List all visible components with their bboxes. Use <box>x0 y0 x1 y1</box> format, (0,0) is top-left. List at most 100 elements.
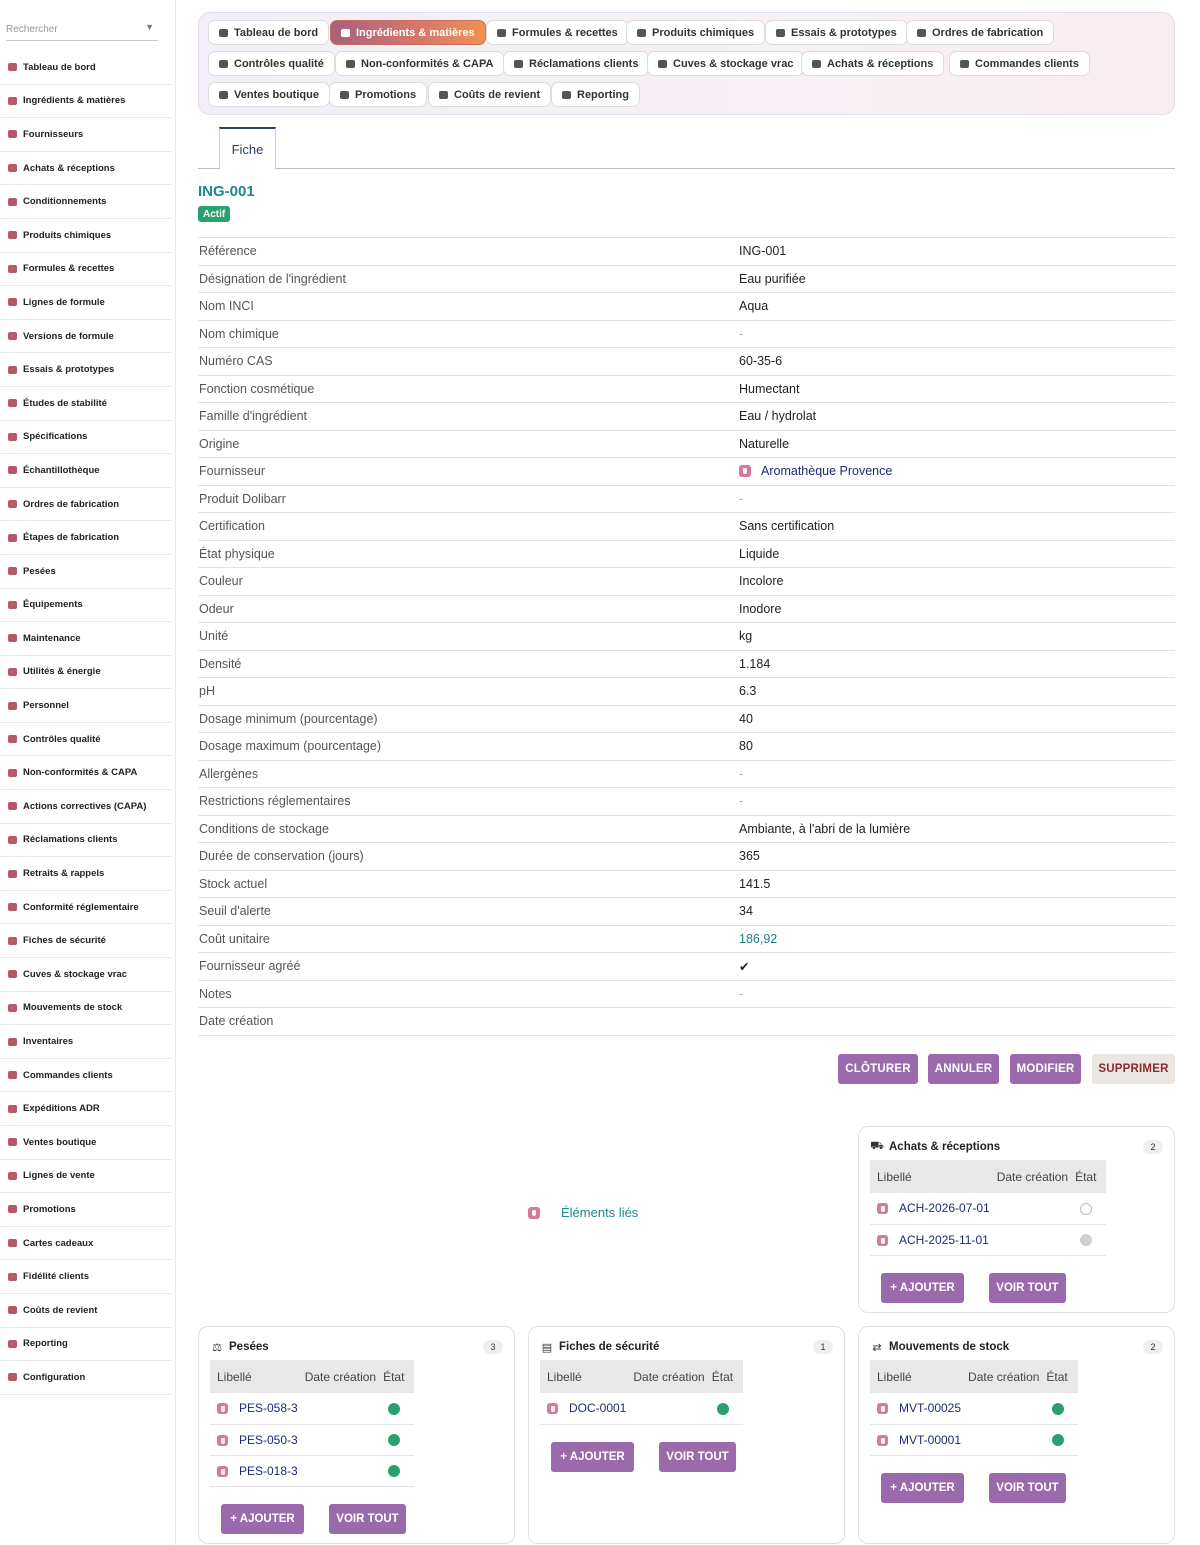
sidebar-item-echantillotheque[interactable]: Échantillothèque <box>0 454 172 488</box>
sidebar-item-equipements[interactable]: Équipements <box>0 589 172 623</box>
row-link[interactable]: DOC-0001 <box>569 1401 626 1415</box>
sidebar-item-non-conformites[interactable]: Non-conformités & CAPA <box>0 756 172 791</box>
nav-couts-revient[interactable]: Coûts de revient <box>428 82 552 107</box>
add-button[interactable]: + AJOUTER <box>551 1442 634 1472</box>
sidebar-item-configuration[interactable]: Configuration <box>0 1361 172 1395</box>
sidebar-item-actions-correctives[interactable]: Actions correctives (CAPA) <box>0 790 172 824</box>
table-row[interactable]: PES-050-3 <box>210 1424 415 1456</box>
nav-controles-qualite[interactable]: Contrôles qualité <box>208 51 335 76</box>
search-input[interactable] <box>6 19 142 40</box>
row-label[interactable]: MVT-00001 <box>870 1424 962 1456</box>
sidebar-item-lignes-vente[interactable]: Lignes de vente <box>0 1160 172 1194</box>
view-all-button[interactable]: VOIR TOUT <box>989 1273 1066 1303</box>
nav-achats[interactable]: Achats & réceptions <box>801 51 945 76</box>
sidebar-item-fiches-securite[interactable]: Fiches de sécurité <box>0 924 172 959</box>
chevron-down-icon[interactable]: ▼ <box>145 22 154 32</box>
add-button[interactable]: + AJOUTER <box>881 1273 964 1303</box>
sidebar-item-produits-chimiques[interactable]: Produits chimiques <box>0 219 172 253</box>
nav-ingredients[interactable]: Ingrédients & matières <box>330 20 486 45</box>
row-link[interactable]: PES-050-3 <box>239 1433 298 1447</box>
sidebar-item-ordres-fabrication[interactable]: Ordres de fabrication <box>0 488 172 522</box>
sidebar-item-tableau-de-bord[interactable]: Tableau de bord <box>0 51 172 85</box>
sidebar-item-mouvements[interactable]: Mouvements de stock <box>0 992 172 1026</box>
nav-non-conformites[interactable]: Non-conformités & CAPA <box>335 51 505 76</box>
row-label[interactable]: ACH-2025-11-01 <box>870 1224 990 1256</box>
row-label[interactable]: PES-018-3 <box>210 1455 298 1487</box>
nav-cuves[interactable]: Cuves & stockage vrac <box>647 51 805 76</box>
supplier-name[interactable]: Aromathèque Provence <box>761 464 892 478</box>
table-row[interactable]: ACH-2025-11-01 <box>870 1224 1107 1256</box>
sidebar-item-versions-formule[interactable]: Versions de formule <box>0 320 172 354</box>
sidebar-item-inventaires[interactable]: Inventaires <box>0 1025 172 1059</box>
nav-ventes-boutique[interactable]: Ventes boutique <box>208 82 330 107</box>
sidebar-item-utilites[interactable]: Utilités & énergie <box>0 656 172 690</box>
cancel-button[interactable]: Annuler <box>928 1054 999 1084</box>
row-link[interactable]: ACH-2025-11-01 <box>899 1233 989 1247</box>
table-row[interactable]: PES-058-3 <box>210 1393 415 1425</box>
row-label[interactable]: MVT-00025 <box>870 1393 962 1425</box>
view-all-button[interactable]: VOIR TOUT <box>329 1504 406 1534</box>
row-label[interactable]: DOC-0001 <box>540 1393 627 1425</box>
sidebar-item-cuves[interactable]: Cuves & stockage vrac <box>0 958 172 992</box>
module-icon <box>877 1403 888 1415</box>
sidebar-item-etudes-stabilite[interactable]: Études de stabilité <box>0 387 172 421</box>
row-link[interactable]: PES-058-3 <box>239 1401 298 1415</box>
table-row[interactable]: DOC-0001 <box>540 1393 744 1425</box>
sidebar-item-expeditions[interactable]: Expéditions ADR <box>0 1092 172 1126</box>
view-all-button[interactable]: VOIR TOUT <box>659 1442 736 1472</box>
sidebar-item-fidelite[interactable]: Fidélité clients <box>0 1260 172 1294</box>
close-button[interactable]: Clôturer <box>838 1054 918 1084</box>
table-row[interactable]: ACH-2026-07-01 <box>870 1193 1107 1225</box>
nav-tableau-de-bord[interactable]: Tableau de bord <box>208 20 330 45</box>
nav-commandes-clients[interactable]: Commandes clients <box>949 51 1090 76</box>
row-label[interactable]: ACH-2026-07-01 <box>870 1193 990 1225</box>
sidebar-item-couts-revient[interactable]: Coûts de revient <box>0 1294 172 1328</box>
sidebar-item-personnel[interactable]: Personnel <box>0 689 172 723</box>
sidebar-item-lignes-formule[interactable]: Lignes de formule <box>0 286 172 320</box>
sidebar-item-ingredients[interactable]: Ingrédients & matières <box>0 85 172 119</box>
nav-label: Essais & prototypes <box>791 26 897 39</box>
sidebar-item-promotions[interactable]: Promotions <box>0 1193 172 1227</box>
nav-essais[interactable]: Essais & prototypes <box>765 20 908 45</box>
row-label[interactable]: PES-050-3 <box>210 1424 298 1456</box>
nav-formules[interactable]: Formules & recettes <box>486 20 629 45</box>
sidebar-item-maintenance[interactable]: Maintenance <box>0 622 172 656</box>
table-row[interactable]: MVT-00001 <box>870 1424 1078 1456</box>
sidebar-item-retraits[interactable]: Retraits & rappels <box>0 857 172 891</box>
sidebar-item-specifications[interactable]: Spécifications <box>0 421 172 455</box>
tab-fiche[interactable]: Fiche <box>219 127 276 169</box>
sidebar-item-reporting[interactable]: Reporting <box>0 1328 172 1362</box>
add-button[interactable]: + AJOUTER <box>221 1504 304 1534</box>
sidebar-item-etapes-fabrication[interactable]: Étapes de fabrication <box>0 521 172 555</box>
sidebar-item-essais[interactable]: Essais & prototypes <box>0 353 172 387</box>
sidebar-item-conditionnements[interactable]: Conditionnements <box>0 185 172 219</box>
nav-reclamations[interactable]: Réclamations clients <box>503 51 650 76</box>
sidebar-item-cartes-cadeaux[interactable]: Cartes cadeaux <box>0 1227 172 1261</box>
table-row[interactable]: MVT-00025 <box>870 1393 1078 1425</box>
sidebar-item-commandes-clients[interactable]: Commandes clients <box>0 1059 172 1093</box>
sidebar-item-reclamations[interactable]: Réclamations clients <box>0 824 172 858</box>
search-box[interactable]: ▼ <box>6 19 158 41</box>
sidebar-item-formules[interactable]: Formules & recettes <box>0 253 172 287</box>
sidebar-item-achats[interactable]: Achats & réceptions <box>0 152 172 186</box>
nav-ordres-fabrication[interactable]: Ordres de fabrication <box>906 20 1055 45</box>
nav-promotions[interactable]: Promotions <box>329 82 428 107</box>
sidebar-item-controles-qualite[interactable]: Contrôles qualité <box>0 723 172 757</box>
sidebar-item-ventes-boutique[interactable]: Ventes boutique <box>0 1126 172 1160</box>
edit-button[interactable]: Modifier <box>1010 1054 1081 1084</box>
supplier-link[interactable]: Aromathèque Provence <box>738 457 1175 485</box>
add-button[interactable]: + AJOUTER <box>881 1473 964 1503</box>
row-link[interactable]: PES-018-3 <box>239 1464 298 1478</box>
row-link[interactable]: MVT-00025 <box>899 1401 961 1415</box>
row-label[interactable]: PES-058-3 <box>210 1393 298 1425</box>
row-link[interactable]: MVT-00001 <box>899 1433 961 1447</box>
view-all-button[interactable]: VOIR TOUT <box>989 1473 1066 1503</box>
sidebar-item-pesees[interactable]: Pesées <box>0 555 172 589</box>
nav-reporting[interactable]: Reporting <box>551 82 640 107</box>
nav-produits-chimiques[interactable]: Produits chimiques <box>626 20 766 45</box>
row-link[interactable]: ACH-2026-07-01 <box>899 1201 990 1215</box>
delete-button[interactable]: Supprimer <box>1092 1054 1175 1084</box>
sidebar-item-fournisseurs[interactable]: Fournisseurs <box>0 118 172 152</box>
table-row[interactable]: PES-018-3 <box>210 1455 415 1487</box>
sidebar-item-conformite[interactable]: Conformité réglementaire <box>0 891 172 925</box>
